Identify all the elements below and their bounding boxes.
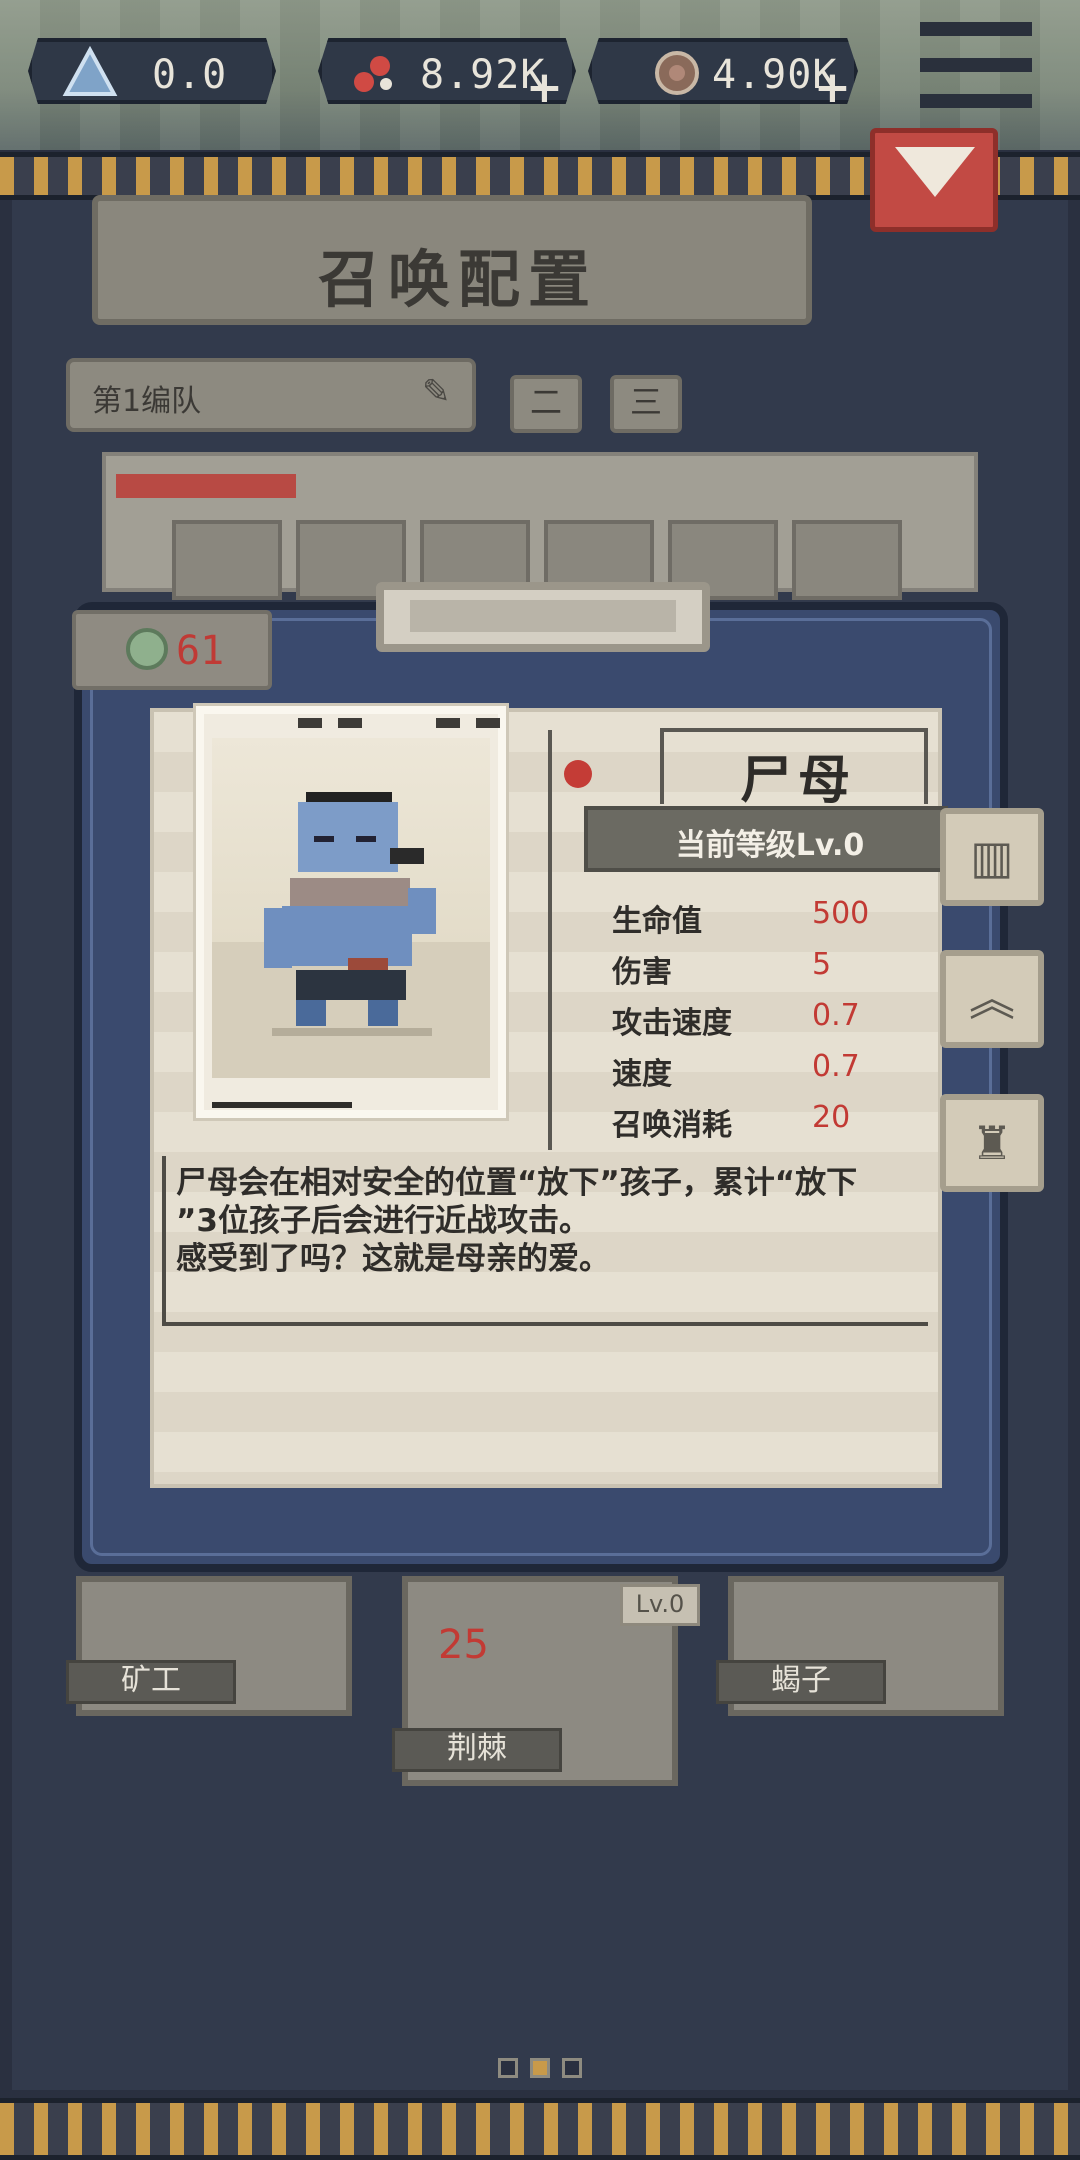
corpse-mother-sprite xyxy=(264,792,436,1036)
red-banner-decoration xyxy=(116,474,296,498)
stat-label: 伤害 xyxy=(612,955,672,990)
resource-crystal[interactable]: 0.0 xyxy=(28,38,276,104)
stat-row: 生命值 500 xyxy=(612,890,912,940)
summon-cost-value: 61 xyxy=(176,628,225,674)
lightbulb-icon xyxy=(126,628,168,670)
edit-icon[interactable]: ✎ xyxy=(422,372,451,412)
book-icon: ▥ xyxy=(970,830,1014,884)
bottom-hazard-strip xyxy=(0,2098,1080,2160)
stat-value: 20 xyxy=(812,1100,851,1135)
card-miner-label: 矿工 xyxy=(66,1660,236,1704)
photo-tape xyxy=(338,718,362,728)
current-level: 当前等级Lv.0 xyxy=(675,828,865,863)
skin-button[interactable]: ♜ xyxy=(940,1094,1044,1192)
menu-icon xyxy=(920,22,1032,36)
page-title: 召唤配置 xyxy=(317,243,598,316)
stat-label: 速度 xyxy=(612,1057,672,1092)
photo-tape xyxy=(298,718,322,728)
description-line: 尸母会在相对安全的位置“放下”孩子，累计“放下 xyxy=(176,1165,858,1201)
page-dot[interactable] xyxy=(562,2058,582,2078)
card-scorpion-label: 蝎子 xyxy=(716,1660,886,1704)
stat-label: 召唤消耗 xyxy=(612,1108,732,1143)
portrait-caption-line xyxy=(212,1102,352,1108)
resource-coin[interactable]: 4.90K + xyxy=(588,38,858,104)
tab-squad-2[interactable]: 二 xyxy=(510,375,582,433)
upgrade-button[interactable]: ︽ xyxy=(940,950,1044,1048)
level-bar: 当前等级Lv.0 xyxy=(584,806,948,872)
tab-squad-3[interactable]: 三 xyxy=(610,375,682,433)
unit-portrait-frame xyxy=(196,706,506,1118)
stat-value: 5 xyxy=(812,947,832,982)
page-dot-active[interactable] xyxy=(530,2058,550,2078)
card-thumbnail[interactable] xyxy=(792,520,902,600)
card-thumbnail[interactable] xyxy=(172,520,282,600)
stat-label: 生命值 xyxy=(612,904,702,939)
collapse-button[interactable] xyxy=(870,128,998,232)
clipboard-clip-inner xyxy=(410,600,676,632)
squad-name: 第1编队 xyxy=(92,384,202,419)
description-line: ”3位孩子后会进行近战攻击。 xyxy=(176,1203,590,1239)
unit-portrait-background xyxy=(212,738,490,1078)
squad-name-field[interactable]: 第1编队 ✎ xyxy=(66,358,476,432)
photo-tape xyxy=(436,718,460,728)
photo-tape xyxy=(476,718,500,728)
stat-value: 0.7 xyxy=(812,998,860,1033)
summon-cost-tag: 61 xyxy=(72,610,272,690)
page-indicator xyxy=(498,2058,586,2080)
codex-button[interactable]: ▥ xyxy=(940,808,1044,906)
card-thorns-level: Lv.0 xyxy=(620,1584,700,1626)
unit-description: 尸母会在相对安全的位置“放下”孩子，累计“放下 ”3位孩子后会进行近战攻击。 感… xyxy=(176,1164,920,1278)
red-gem-icon xyxy=(354,56,392,92)
unit-name: 尸母 xyxy=(739,751,856,811)
red-pin-icon xyxy=(564,760,592,788)
stat-value: 500 xyxy=(812,896,870,931)
card-thorns-label: 荆棘 xyxy=(392,1728,562,1772)
triangle-down-icon xyxy=(895,147,975,197)
stat-value: 0.7 xyxy=(812,1049,860,1084)
title-plate: 召唤配置 xyxy=(92,195,812,325)
crystal-count: 0.0 xyxy=(152,52,228,98)
menu-icon-line xyxy=(920,58,1032,72)
shirt-icon: ♜ xyxy=(971,1116,1013,1170)
card-thorns-cost: 25 xyxy=(438,1622,489,1668)
stat-label: 攻击速度 xyxy=(612,1006,732,1041)
resource-red-gem[interactable]: 8.92K + xyxy=(318,38,576,104)
stat-row: 攻击速度 0.7 xyxy=(612,992,912,1042)
stat-row: 召唤消耗 20 xyxy=(612,1094,912,1144)
upgrade-chevrons-icon: ︽ xyxy=(969,972,1015,1026)
page-dot[interactable] xyxy=(498,2058,518,2078)
menu-button[interactable] xyxy=(920,22,1032,112)
triangle-crystal-icon xyxy=(62,46,118,96)
coin-icon xyxy=(655,51,699,95)
menu-icon-line xyxy=(920,94,1032,108)
stat-row: 速度 0.7 xyxy=(612,1043,912,1093)
unit-name-plate: 尸母 xyxy=(660,728,928,811)
stat-row: 伤害 5 xyxy=(612,941,912,991)
description-line: 感受到了吗？这就是母亲的爱。 xyxy=(176,1241,610,1277)
